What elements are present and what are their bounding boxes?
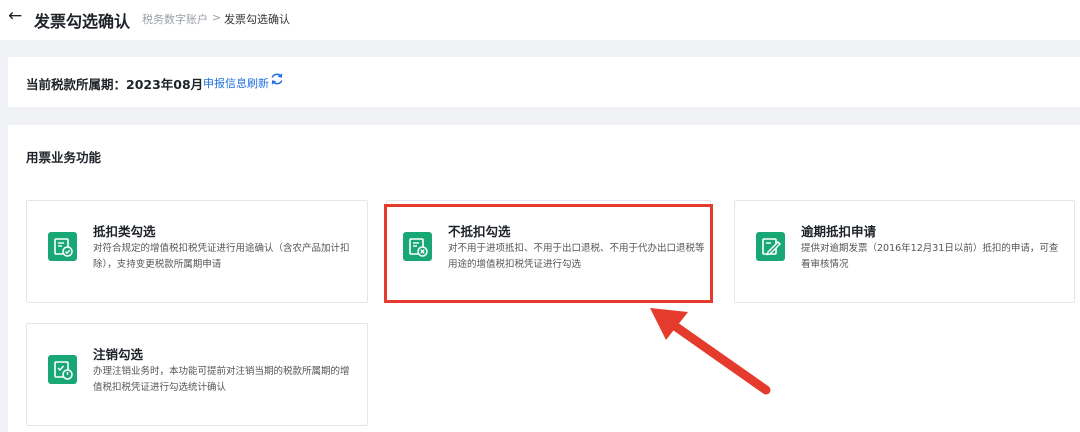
card-description: 办理注销业务时，本功能可提前对注销当期的税款所属期的增值税扣税凭证进行勾选统计确… <box>93 366 350 393</box>
breadcrumb-separator: > <box>212 11 222 24</box>
invoice-functions-panel: 用票业务功能 抵扣类勾选 对符合规定的增值税扣税凭证进行用途确认（含农产品加计扣… <box>8 125 1080 432</box>
tax-period-bar: 当前税款所属期：2023年08月 申报信息刷新 <box>8 57 1080 107</box>
refresh-icon[interactable] <box>270 72 284 86</box>
page-title: 发票勾选确认 <box>34 12 131 31</box>
arrow-left-icon[interactable]: ← <box>8 6 22 26</box>
annotation-arrow <box>650 308 771 395</box>
edit-invoice-icon <box>756 232 785 261</box>
breadcrumb-item-current: 发票勾选确认 <box>224 13 290 26</box>
tax-period-label: 当前税款所属期：2023年08月 <box>26 77 204 92</box>
card-description: 对符合规定的增值税扣税凭证进行用途确认（含农产品加计扣除），支持变更税款所属期申… <box>93 243 350 270</box>
card-title: 注销勾选 <box>93 347 144 362</box>
card-description: 提供对逾期发票（2016年12月31日以前）抵扣的申请，可查看审核情况 <box>801 243 1059 270</box>
card-title: 抵扣类勾选 <box>93 224 156 239</box>
card-overdue-deduction-application[interactable]: 逾期抵扣申请 提供对逾期发票（2016年12月31日以前）抵扣的申请，可查看审核… <box>734 200 1075 303</box>
page-header: ← 发票勾选确认 税务数字账户 > 发票勾选确认 <box>0 0 1080 40</box>
section-title: 用票业务功能 <box>26 150 102 165</box>
invoice-power-icon <box>48 355 77 384</box>
invoice-check-icon <box>48 232 77 261</box>
card-deductible-selection[interactable]: 抵扣类勾选 对符合规定的增值税扣税凭证进行用途确认（含农产品加计扣除），支持变更… <box>26 200 368 303</box>
breadcrumb-item-tax-account[interactable]: 税务数字账户 <box>142 11 208 27</box>
card-title: 逾期抵扣申请 <box>801 224 877 239</box>
card-description: 对不用于进项抵扣、不用于出口退税、不用于代办出口退税等用途的增值税扣税凭证进行勾… <box>448 243 705 270</box>
card-deregistration-selection[interactable]: 注销勾选 办理注销业务时，本功能可提前对注销当期的税款所属期的增值税扣税凭证进行… <box>26 323 368 426</box>
invoice-cancel-icon <box>403 232 432 261</box>
card-title: 不抵扣勾选 <box>448 224 511 239</box>
refresh-declaration-link[interactable]: 申报信息刷新 <box>203 75 269 91</box>
card-non-deductible-selection[interactable]: 不抵扣勾选 对不用于进项抵扣、不用于出口退税、不用于代办出口退税等用途的增值税扣… <box>386 200 711 303</box>
